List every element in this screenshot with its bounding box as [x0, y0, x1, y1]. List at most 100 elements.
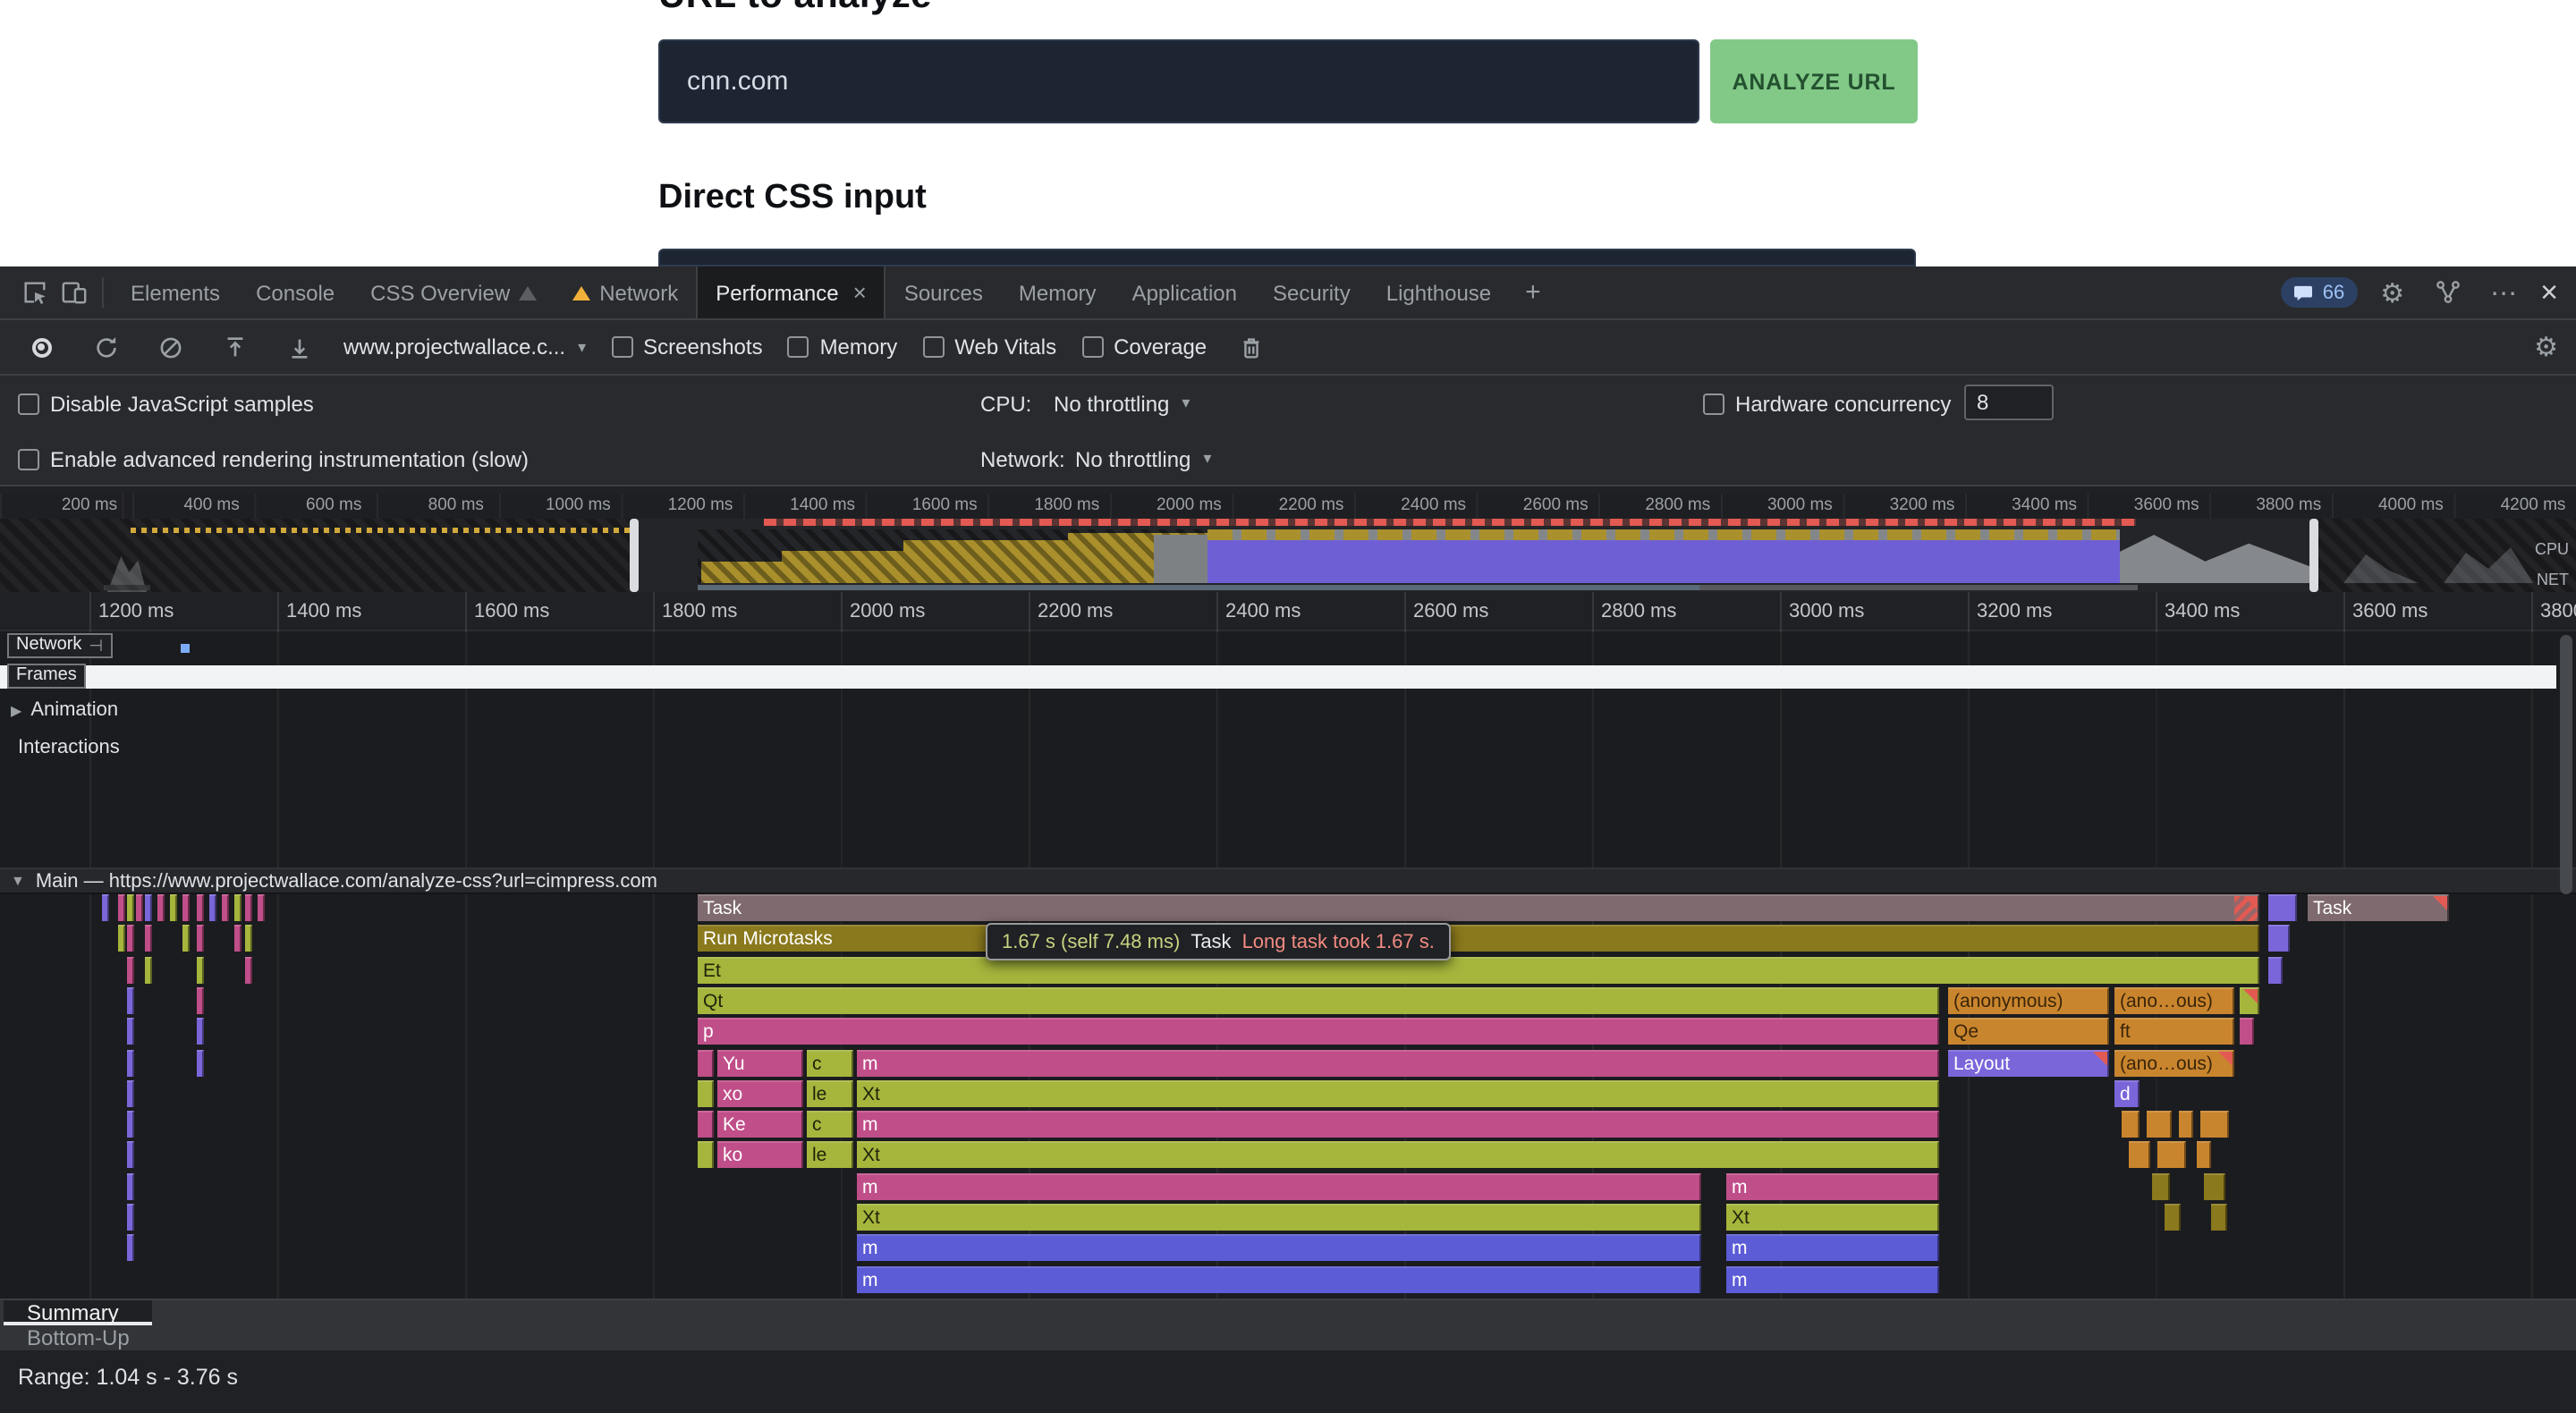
flame-bar[interactable]: [209, 894, 216, 921]
tab-sources[interactable]: Sources: [886, 267, 1001, 318]
tab-elements[interactable]: Elements: [113, 267, 238, 318]
flame-bar[interactable]: [258, 894, 265, 921]
flame-bar[interactable]: [127, 987, 134, 1014]
selection-handle-left[interactable]: [630, 519, 639, 592]
reload-and-record-icon[interactable]: [86, 326, 125, 368]
flame-bar[interactable]: [127, 894, 134, 921]
flame-bar[interactable]: [182, 894, 190, 921]
flame-bar-m[interactable]: m: [1726, 1173, 1939, 1200]
node-graph-icon[interactable]: [2428, 271, 2467, 314]
flame-bar[interactable]: [157, 894, 165, 921]
clear-recording-icon[interactable]: [150, 326, 190, 368]
flame-bar[interactable]: [698, 1111, 714, 1138]
flame-bar-m[interactable]: m: [857, 1234, 1701, 1261]
track-network[interactable]: Network ⊣: [7, 633, 112, 658]
checkbox-advanced-rendering[interactable]: Enable advanced rendering instrumentatio…: [18, 446, 529, 471]
flame-bar-xt[interactable]: Xt: [857, 1141, 1939, 1168]
flame-bar-ft[interactable]: ft: [2114, 1018, 2234, 1045]
flame-bar[interactable]: [197, 987, 204, 1014]
flame-bar[interactable]: [2200, 1111, 2229, 1138]
flame-bar-ko[interactable]: ko: [717, 1141, 803, 1168]
cpu-throttling-select[interactable]: No throttling ▾: [1054, 391, 1190, 416]
flame-bar-m[interactable]: m: [857, 1266, 1701, 1293]
timeline-overview[interactable]: 200 ms400 ms600 ms800 ms1000 ms1200 ms14…: [0, 494, 2576, 592]
more-options-icon[interactable]: ⋯: [2490, 276, 2517, 309]
tab-application[interactable]: Application: [1114, 267, 1255, 318]
flame-bar[interactable]: [2268, 894, 2297, 921]
main-track-header[interactable]: ▼ Main — https://www.projectwallace.com/…: [0, 867, 2576, 894]
flame-bar[interactable]: [2204, 1173, 2225, 1200]
flame-bar-task[interactable]: Task: [2308, 894, 2449, 921]
flame-bar-ke[interactable]: Ke: [717, 1111, 803, 1138]
flame-bar-run-microtasks[interactable]: Run Microtasks: [698, 925, 2259, 952]
flame-bar-m[interactable]: m: [1726, 1234, 1939, 1261]
flame-bar[interactable]: [2122, 1111, 2140, 1138]
checkbox-memory[interactable]: Memory: [788, 334, 898, 360]
tab-network[interactable]: Network: [555, 267, 696, 318]
checkbox-web-vitals[interactable]: Web Vitals: [922, 334, 1056, 360]
tab-lighthouse[interactable]: Lighthouse: [1368, 267, 1509, 318]
flame-bar[interactable]: [245, 894, 252, 921]
settings-gear-icon[interactable]: ⚙: [2380, 276, 2404, 309]
history-dropdown[interactable]: www.projectwallace.c... ▾: [343, 334, 586, 360]
flame-bar[interactable]: [2197, 1141, 2211, 1168]
flame-bar[interactable]: [234, 894, 242, 921]
flame-bar[interactable]: [2268, 957, 2283, 984]
flame-bar-m[interactable]: m: [857, 1050, 1939, 1077]
flame-bar[interactable]: [2240, 1018, 2254, 1045]
flame-bar[interactable]: [127, 1080, 134, 1107]
overview-activity-chart[interactable]: [0, 519, 2576, 592]
flame-bar[interactable]: [127, 1111, 134, 1138]
tab-performance[interactable]: Performance×: [696, 267, 886, 318]
save-profile-icon[interactable]: [279, 326, 318, 368]
flame-bar[interactable]: [197, 1018, 204, 1045]
flame-bar-c[interactable]: c: [807, 1111, 853, 1138]
flame-bar[interactable]: [127, 1234, 134, 1261]
flame-bar[interactable]: [698, 1141, 714, 1168]
analyze-url-button[interactable]: ANALYZE URL: [1710, 39, 1918, 123]
capture-settings-gear-icon[interactable]: ⚙: [2534, 331, 2558, 363]
flame-bar-le[interactable]: le: [807, 1141, 853, 1168]
flame-bar-ano-ous[interactable]: (ano…ous): [2114, 987, 2234, 1014]
flame-bar[interactable]: [2268, 925, 2290, 952]
flame-bar-d[interactable]: d: [2114, 1080, 2140, 1107]
network-throttling-select[interactable]: No throttling ▾: [1075, 446, 1211, 471]
tab-security[interactable]: Security: [1255, 267, 1368, 318]
flame-bar-qt[interactable]: Qt: [698, 987, 1939, 1014]
flame-bar-m[interactable]: m: [1726, 1266, 1939, 1293]
flame-bar[interactable]: [197, 1050, 204, 1077]
track-interactions[interactable]: Interactions: [18, 737, 120, 758]
flame-bar[interactable]: [102, 894, 109, 921]
track-animation[interactable]: ▶ Animation: [11, 699, 118, 721]
flame-bar[interactable]: [182, 925, 190, 952]
flame-bar-layout[interactable]: Layout: [1948, 1050, 2109, 1077]
css-input-textarea[interactable]: [658, 249, 1916, 267]
flame-bar[interactable]: [118, 894, 125, 921]
flame-bar-anonymous[interactable]: (anonymous): [1948, 987, 2109, 1014]
flame-bar[interactable]: [145, 957, 152, 984]
flame-bar-m[interactable]: m: [857, 1111, 1939, 1138]
flame-bar[interactable]: [698, 1050, 714, 1077]
flame-bar-task[interactable]: Task: [698, 894, 2259, 921]
url-input[interactable]: cnn.com: [658, 39, 1699, 123]
flame-bar[interactable]: [2147, 1111, 2172, 1138]
flame-bar-le[interactable]: le: [807, 1080, 853, 1107]
checkbox-screenshots[interactable]: Screenshots: [611, 334, 762, 360]
flame-bar[interactable]: [127, 1204, 134, 1231]
flame-bar[interactable]: [234, 925, 242, 952]
flame-bar[interactable]: [698, 1080, 714, 1107]
flame-bar[interactable]: [136, 894, 143, 921]
flame-bar-xt[interactable]: Xt: [857, 1080, 1939, 1107]
flame-bar-p[interactable]: p: [698, 1018, 1939, 1045]
more-tabs-button[interactable]: +: [1509, 277, 1557, 308]
checkbox-hardware-concurrency[interactable]: Hardware concurrency: [1703, 391, 1951, 416]
flame-bar[interactable]: [197, 957, 204, 984]
flame-bar-et[interactable]: Et: [698, 957, 2259, 984]
flame-bar[interactable]: [2157, 1141, 2186, 1168]
flame-bar[interactable]: [2129, 1141, 2150, 1168]
checkbox-coverage[interactable]: Coverage: [1081, 334, 1207, 360]
trash-icon[interactable]: [1232, 326, 1271, 368]
flame-bar-xt[interactable]: Xt: [857, 1204, 1701, 1231]
flame-bar[interactable]: [2179, 1111, 2193, 1138]
flame-bar[interactable]: [127, 1050, 134, 1077]
